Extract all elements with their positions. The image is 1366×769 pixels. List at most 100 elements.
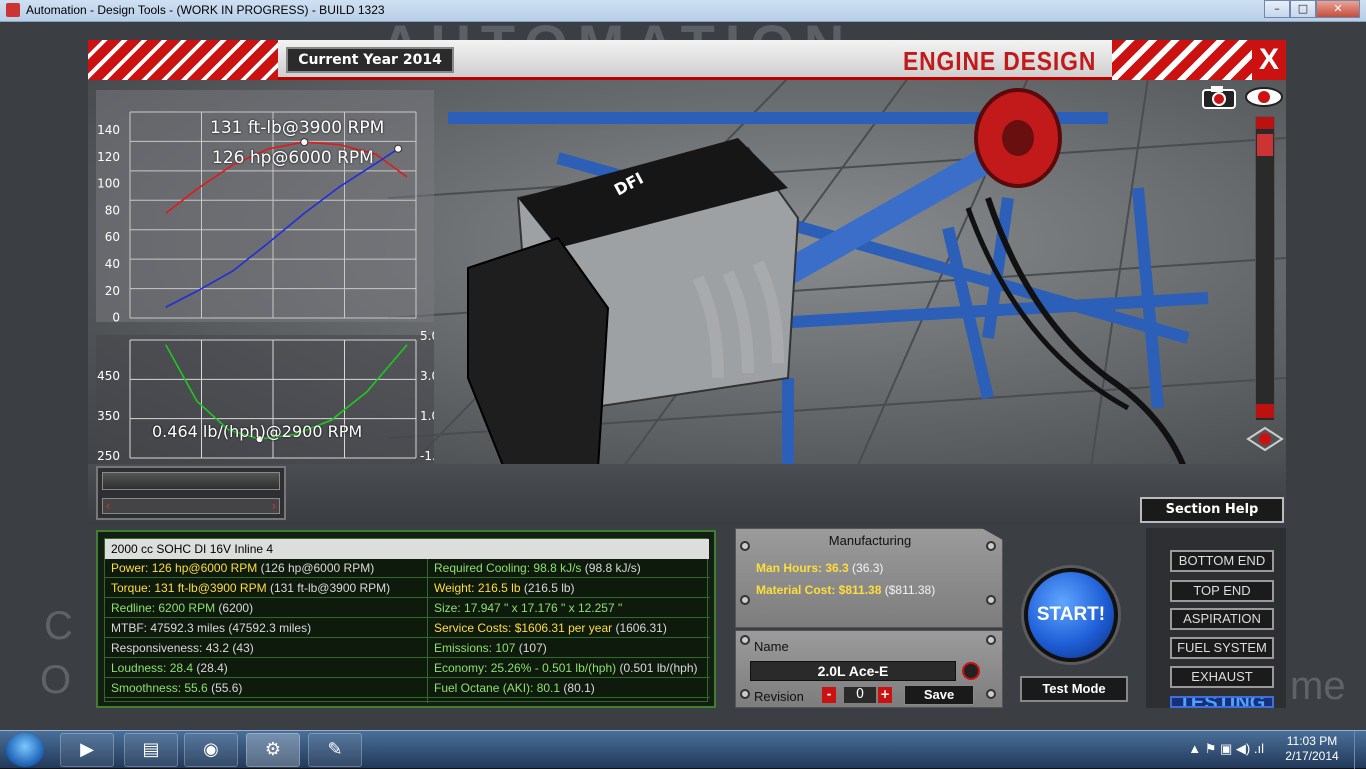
test-mode-button[interactable]: Test Mode (1020, 676, 1128, 702)
clock-date: 2/17/2014 (1285, 749, 1339, 763)
y-tick-label: 450 (97, 369, 120, 383)
y-tick-label: 20 (105, 284, 120, 298)
rivet-icon (740, 541, 750, 551)
clock[interactable]: 11:03 PM 2/17/2014 (1272, 734, 1352, 764)
y-tick-label: 350 (97, 409, 120, 423)
stat-row: Economy: 25.26% - 0.501 lb/(hph) (0.501 … (428, 659, 710, 678)
part-selector-display (102, 472, 280, 490)
stat-label: Size: (434, 601, 465, 615)
y2-tick-label: 5.0 (420, 329, 434, 343)
current-year-label: Current Year 2014 (286, 47, 454, 73)
background-letter: O (40, 658, 72, 702)
stat-row: MTBF: 47592.3 miles (47592.3 miles) (105, 619, 427, 638)
stat-value: 17.947 " x 17.176 " x 12.257 " (464, 601, 623, 615)
section-help-button[interactable]: Section Help (1140, 497, 1284, 523)
stat-previous: (55.6) (207, 681, 243, 695)
stat-row: Smoothness: 55.6 (55.6) (105, 679, 427, 698)
camera-icon[interactable] (1199, 84, 1239, 110)
zoom-up-button[interactable] (1256, 117, 1274, 129)
show-desktop-button[interactable] (1354, 731, 1366, 769)
close-designer-button[interactable]: X (1252, 40, 1286, 80)
stat-row: Torque: 131 ft-lb@3900 RPM (131 ft-lb@39… (105, 579, 427, 598)
header-bar: Current Year 2014 ENGINE DESIGN X (88, 40, 1286, 80)
torque-peak-label: 131 ft-lb@3900 RPM (210, 118, 385, 138)
y-tick-label: 0 (112, 311, 120, 325)
stat-value: 98.8 kJ/s (533, 561, 582, 575)
media-player-icon[interactable]: ▶ (60, 733, 114, 767)
rivet-icon (986, 689, 996, 699)
stat-row: Responsiveness: 43.2 (43) (105, 639, 427, 658)
stat-label: Torque: (111, 581, 155, 595)
tab-testing[interactable]: TESTING (1170, 696, 1274, 708)
windows-start-button[interactable] (6, 733, 44, 767)
stat-value: 216.5 lb (477, 581, 521, 595)
tray-icons[interactable]: ▲ ⚑ ▣ ◀) .ıl (1188, 741, 1264, 757)
tab-fuel-system[interactable]: FUEL SYSTEM (1170, 637, 1274, 659)
stat-value: 80.1 (536, 681, 561, 695)
page-title: ENGINE DESIGN (903, 46, 1097, 76)
stat-previous: (107) (515, 641, 547, 655)
stat-value: 131 ft-lb@3900 RPM (154, 581, 267, 595)
tab-exhaust[interactable]: EXHAUST (1170, 666, 1274, 688)
economy-peak-label: 0.464 lb/(hph)@2900 RPM (152, 422, 363, 441)
stat-row: Emissions: 107 (107) (428, 639, 710, 658)
material-cost-row: Material Cost: $811.38 ($811.38) (756, 583, 935, 597)
tab-top-end[interactable]: TOP END (1170, 580, 1274, 602)
rivet-icon (740, 689, 750, 699)
tab-bottom-end[interactable]: BOTTOM END (1170, 550, 1274, 572)
engine-stats-panel: 2000 cc SOHC DI 16V Inline 4 Power: 126 … (96, 530, 716, 708)
manufacturing-title: Manufacturing (828, 533, 912, 548)
power-peak-label: 126 hp@6000 RPM (212, 148, 374, 168)
maximize-button[interactable]: □ (1290, 0, 1316, 18)
paint-icon[interactable]: ✎ (308, 733, 362, 767)
man-hours-prev: (36.3) (848, 561, 884, 575)
part-prev-icon[interactable]: ‹ (102, 498, 114, 514)
save-button[interactable]: Save (904, 685, 974, 705)
tab-aspiration[interactable]: ASPIRATION (1170, 608, 1274, 630)
section-tabs: BOTTOM END TOP END ASPIRATION FUEL SYSTE… (1146, 528, 1286, 708)
engine-name-field[interactable]: 2.0L Ace-E (750, 661, 956, 681)
revision-decrement-button[interactable]: - (822, 687, 836, 703)
random-name-icon[interactable] (962, 662, 980, 680)
automation-game-icon[interactable]: ⚙ (246, 733, 300, 767)
stat-previous: (131 ft-lb@3900 RPM) (266, 581, 391, 595)
start-button[interactable]: START! (1024, 568, 1118, 662)
file-explorer-icon[interactable]: ▤ (124, 733, 178, 767)
stat-label: Service Costs: (434, 621, 515, 635)
eye-icon[interactable] (1244, 84, 1284, 110)
stat-row: Loudness: 28.4 (28.4) (105, 659, 427, 678)
y2-tick-label: 1.0 (420, 409, 434, 423)
rivet-icon (986, 635, 996, 645)
material-cost-prev: ($811.38) (881, 583, 936, 597)
header-left-stripe (88, 40, 278, 80)
rivet-icon (986, 541, 996, 551)
stat-row: Size: 17.947 " x 17.176 " x 12.257 " (428, 599, 710, 618)
zoom-down-button[interactable] (1256, 404, 1274, 418)
power-peak-marker (394, 144, 403, 153)
y-tick-label: 100 (97, 177, 120, 191)
stat-label: Required Cooling: (434, 561, 534, 575)
stat-previous: (6200) (215, 601, 254, 615)
stat-value: 28.4 (169, 661, 194, 675)
background-letter: C (44, 604, 73, 648)
zoom-scrollbar[interactable] (1255, 116, 1275, 421)
part-selector-track[interactable] (102, 498, 280, 514)
part-next-icon[interactable]: › (268, 498, 280, 514)
zoom-scroll-thumb[interactable] (1257, 134, 1273, 156)
man-hours-row: Man Hours: 36.3 (36.3) (756, 561, 883, 575)
window-close-button[interactable]: ✕ (1316, 0, 1360, 18)
stat-row: Power: 126 hp@6000 RPM (126 hp@6000 RPM) (105, 559, 427, 578)
stat-label: Redline: (111, 601, 159, 615)
firefox-icon[interactable]: ◉ (184, 733, 238, 767)
stat-value: 43.2 (205, 641, 230, 655)
revision-increment-button[interactable]: + (878, 687, 892, 703)
stat-previous: (28.4) (193, 661, 228, 675)
stat-label: Responsiveness: (111, 641, 206, 655)
naming-panel: Name 2.0L Ace-E Revision - 0 + Save (735, 630, 1003, 708)
stat-previous: (0.501 lb/(hph) (616, 661, 698, 675)
y-tick-label: 40 (105, 257, 120, 271)
window-controls: – □ ✕ (1264, 0, 1360, 18)
taskbar: ▶ ▤ ◉ ⚙ ✎ ▲ ⚑ ▣ ◀) .ıl 11:03 PM 2/17/201… (0, 730, 1366, 769)
minimize-button[interactable]: – (1264, 0, 1290, 18)
reset-view-icon[interactable] (1246, 426, 1284, 452)
